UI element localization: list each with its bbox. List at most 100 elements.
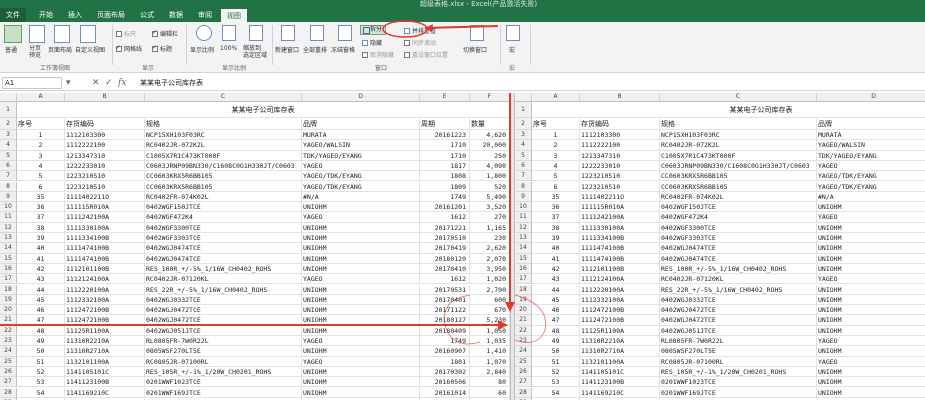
table-cell[interactable]: 0201WWF1023TCE	[660, 377, 817, 388]
table-cell[interactable]: 20170531	[420, 284, 470, 295]
table-cell[interactable]: 1111334100B	[65, 233, 145, 244]
sync-scroll-button[interactable]: 同步滚动	[404, 38, 436, 47]
row-header[interactable]: 2	[0, 118, 17, 130]
table-cell[interactable]: 1,020	[470, 274, 510, 285]
row-header[interactable]: 7	[515, 171, 532, 182]
table-cell[interactable]: RC0402JR-07120KL	[660, 274, 817, 285]
zoom-to-selection-icon[interactable]	[249, 25, 263, 41]
row-header[interactable]: 15	[515, 253, 532, 264]
table-cell[interactable]: 0402WGJ0472TCE	[660, 305, 817, 316]
table-cell[interactable]: 53	[532, 377, 580, 388]
table-cell[interactable]: 1112472100B	[580, 305, 660, 316]
table-cell[interactable]: 0402WGJ0332TCE	[660, 294, 817, 306]
table-cell[interactable]: UNIOHM	[302, 284, 420, 295]
sheet-title-cell[interactable]: 某某电子公司库存表	[17, 102, 510, 118]
table-cell[interactable]: UNIOHM	[302, 243, 420, 254]
table-cell[interactable]: 39	[532, 233, 580, 244]
table-cell[interactable]: RC0402JR-072K2L	[660, 140, 817, 151]
table-cell[interactable]: 2,840	[470, 366, 510, 378]
gridlines-checkbox[interactable]: 网格线	[116, 44, 142, 53]
row-header[interactable]: 4	[515, 140, 532, 151]
table-cell[interactable]: 1,410	[470, 346, 510, 357]
table-cell[interactable]: RL0805FR-7W0R22L	[660, 336, 817, 347]
table-cell[interactable]: NCP15XH103F03RC	[660, 130, 817, 141]
table-cell[interactable]: 0402WGF150JTCE	[145, 202, 302, 213]
freeze-panes-icon[interactable]	[338, 25, 352, 41]
table-cell[interactable]: UNIOHM	[817, 315, 925, 326]
row-header[interactable]: 27	[0, 377, 17, 388]
table-cell[interactable]: 44	[17, 284, 65, 295]
table-cell[interactable]: YAGEO/TDK/EYANG	[302, 181, 420, 192]
table-cell[interactable]: 230	[470, 233, 510, 244]
headings-checkbox[interactable]: 标题	[152, 44, 172, 53]
table-cell[interactable]: 0402WGF3303TCE	[145, 233, 302, 244]
row-header[interactable]: 16	[0, 263, 17, 275]
hide-button[interactable]: 隐藏	[362, 38, 382, 47]
row-header[interactable]: 11	[0, 212, 17, 223]
row-header[interactable]: 24	[0, 346, 17, 357]
table-cell[interactable]: CC0603KRX5R6BB105	[145, 181, 302, 192]
switch-windows-icon[interactable]	[470, 25, 484, 41]
table-cell[interactable]: TDK/YAGEO/EYANG	[302, 150, 420, 161]
table-cell[interactable]: 1801	[420, 356, 470, 367]
table-cell[interactable]: 1112472100B	[65, 305, 145, 316]
table-cell[interactable]: UNIOHM	[817, 285, 925, 295]
table-cell[interactable]: 42	[532, 263, 580, 275]
table-cell[interactable]: 111115R010A	[580, 202, 660, 213]
table-cell[interactable]: RC0805JR-07100RL	[660, 356, 817, 367]
table-cell[interactable]: 0805WSF270LT5E	[145, 346, 302, 357]
table-cell[interactable]: 520	[470, 181, 510, 192]
table-cell[interactable]: 36	[532, 202, 580, 213]
table-cell[interactable]: YAGEO	[817, 336, 925, 347]
table-cell[interactable]: 4	[532, 160, 580, 172]
table-cell[interactable]: 54	[532, 387, 580, 398]
arrange-all-icon[interactable]	[310, 25, 324, 41]
tab-data[interactable]: 数据	[163, 8, 189, 22]
table-cell[interactable]: 20161223	[420, 130, 470, 141]
custom-views-icon[interactable]	[80, 25, 96, 43]
header-cell[interactable]: 数量	[470, 118, 510, 130]
table-cell[interactable]: RC0402FR-074K02L	[145, 191, 302, 203]
table-cell[interactable]: 1111402211O	[580, 191, 660, 203]
row-header[interactable]: 23	[0, 336, 17, 347]
tab-home[interactable]: 开始	[33, 8, 59, 22]
macros-icon[interactable]	[506, 25, 520, 41]
table-cell[interactable]: 80	[470, 377, 510, 388]
table-cell[interactable]: 4	[17, 160, 65, 172]
table-cell[interactable]: 4,620	[470, 130, 510, 141]
header-cell[interactable]: 存货编码	[65, 118, 145, 130]
table-cell[interactable]: 20170510	[420, 233, 470, 244]
zoom-100-icon[interactable]	[222, 25, 236, 41]
table-cell[interactable]: 51	[532, 356, 580, 367]
table-cell[interactable]: 52	[17, 366, 65, 378]
column-header-d[interactable]: D	[302, 93, 420, 102]
row-header[interactable]: 14	[0, 243, 17, 254]
table-cell[interactable]: 3,520	[470, 202, 510, 213]
row-header[interactable]: 5	[0, 150, 17, 161]
table-cell[interactable]: YAGEO/WALSIN	[817, 140, 925, 151]
row-header[interactable]: 25	[0, 356, 17, 367]
table-cell[interactable]: 35	[532, 191, 580, 203]
table-cell[interactable]: 0402WGJ0474TCE	[660, 253, 817, 264]
table-cell[interactable]: 1111330100A	[580, 222, 660, 233]
table-cell[interactable]: 5,230	[470, 315, 510, 326]
row-header[interactable]: 12	[515, 222, 532, 233]
table-cell[interactable]: RES_22R_+/-5%_1/16W_CH0402_ROHS	[145, 284, 302, 295]
table-cell[interactable]: 1141169210C	[580, 387, 660, 398]
table-cell[interactable]: #N/A	[817, 192, 925, 203]
row-header[interactable]: 20	[515, 305, 532, 316]
sheet-title-cell[interactable]: 某某电子公司库存表	[532, 102, 925, 118]
table-cell[interactable]: RES_100R_+/-5%_1/16W_CH0402_ROHS	[145, 263, 302, 275]
table-cell[interactable]: YAGEO	[302, 356, 420, 367]
table-cell[interactable]: 0402WGJ0474TCE	[660, 243, 817, 254]
table-cell[interactable]: 1112222100	[580, 140, 660, 151]
row-header[interactable]: 23	[515, 336, 532, 347]
table-cell[interactable]: 11125R1100A	[580, 325, 660, 336]
table-cell[interactable]: 1111474100B	[580, 253, 660, 264]
table-cell[interactable]: UNIOHM	[302, 305, 420, 316]
row-header[interactable]: 7	[0, 171, 17, 182]
table-cell[interactable]: 44	[532, 284, 580, 295]
table-cell[interactable]: YAGEO	[817, 357, 925, 367]
table-cell[interactable]: 11310R2210A	[580, 336, 660, 347]
row-header[interactable]: 18	[515, 284, 532, 295]
